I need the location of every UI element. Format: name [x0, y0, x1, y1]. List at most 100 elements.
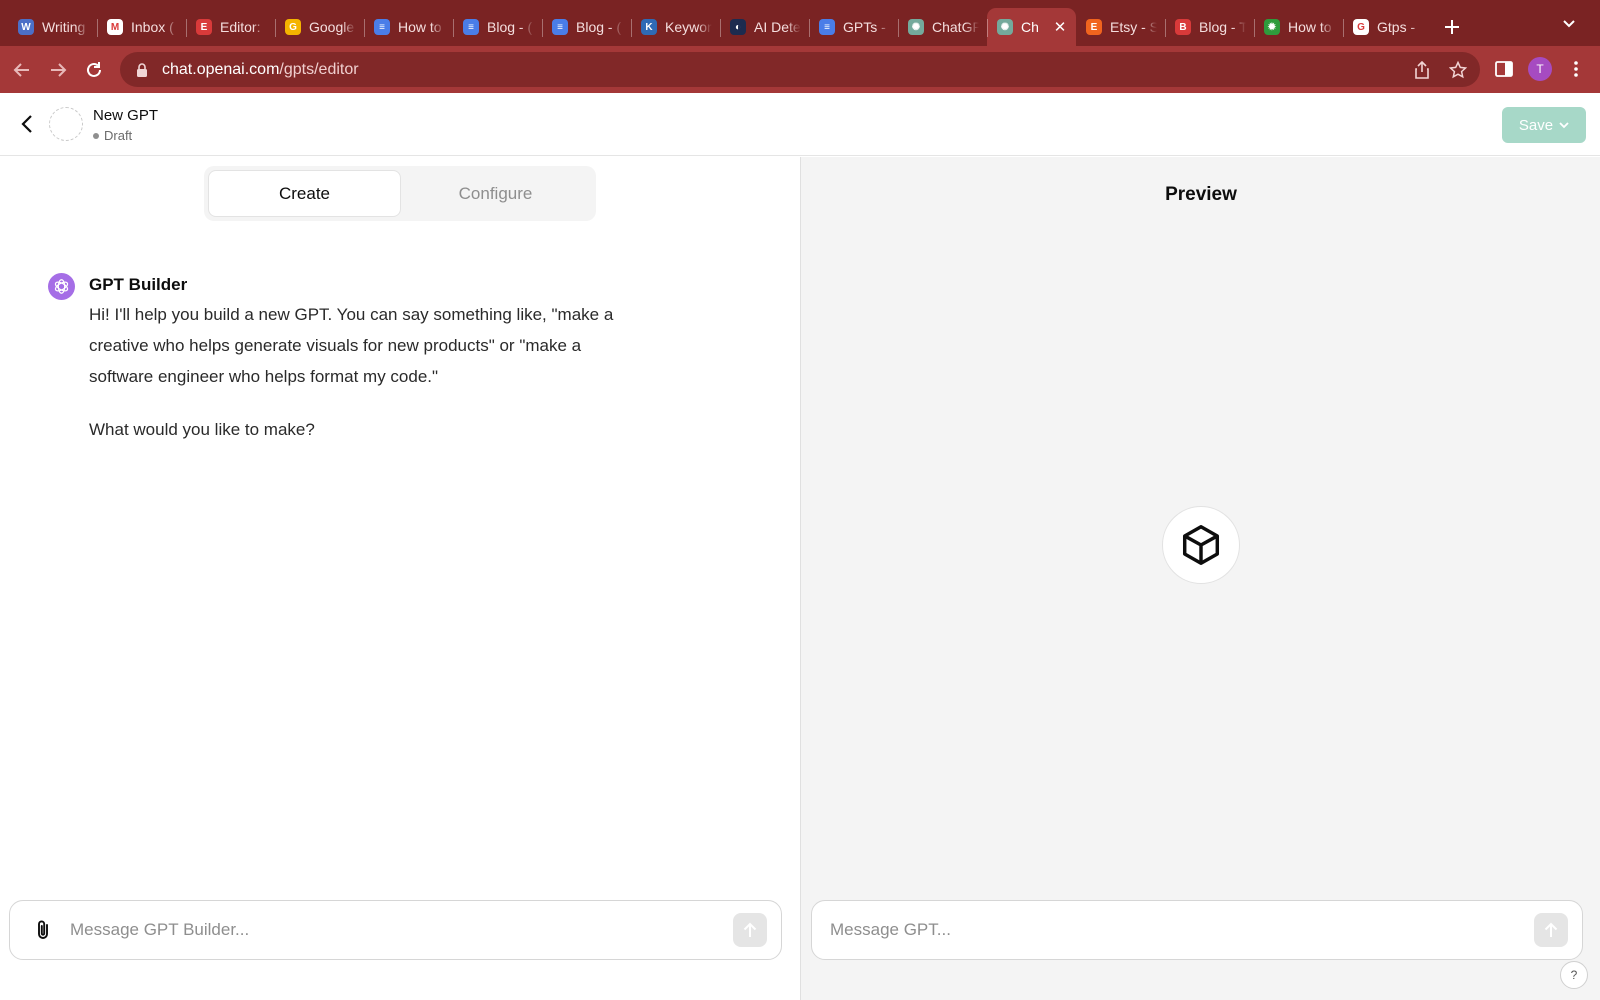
gpt-status: Draft: [93, 128, 132, 143]
cube-icon: [1182, 525, 1220, 565]
share-icon: [1415, 61, 1429, 79]
browser-tab[interactable]: M Inbox (: [97, 8, 186, 46]
preview-send-button[interactable]: [1534, 913, 1568, 947]
side-panel-button[interactable]: [1490, 55, 1518, 83]
docs-favicon-icon: ≡: [374, 19, 390, 35]
builder-message-input[interactable]: [70, 915, 710, 945]
gpt-builder-avatar-icon: [48, 273, 75, 300]
openai-logo-icon: [54, 279, 69, 294]
tab-title: Inbox (: [131, 19, 174, 35]
message-paragraph: What would you like to make?: [89, 420, 315, 439]
google-favicon-icon: G: [1353, 19, 1369, 35]
gpt-name: New GPT: [93, 107, 159, 124]
url-text[interactable]: chat.openai.com/gpts/editor: [162, 61, 359, 79]
status-label: Draft: [104, 128, 133, 143]
editor-header: New GPT Draft Save: [0, 93, 1600, 156]
tab-title: Keywor: [665, 19, 712, 35]
keyword-favicon-icon: K: [641, 19, 657, 35]
writing-favicon-icon: W: [18, 19, 34, 35]
tab-title: Gtps -: [1377, 19, 1416, 35]
preview-gpt-avatar: [1162, 506, 1240, 584]
chevron-down-icon: [1563, 20, 1575, 28]
sender-name: GPT Builder: [89, 275, 188, 294]
tab-title: Writing: [42, 19, 86, 35]
ai-detector-favicon-icon: ◐: [730, 19, 746, 35]
browser-tab[interactable]: E Editor:: [186, 8, 275, 46]
back-button[interactable]: [14, 111, 40, 137]
builder-composer: [9, 900, 782, 960]
forward-nav-button[interactable]: [44, 56, 72, 84]
browser-tab[interactable]: ≡ GPTs -: [809, 8, 898, 46]
browser-tab[interactable]: ✺ ChatGP: [898, 8, 987, 46]
builder-send-button[interactable]: [733, 913, 767, 947]
arrow-up-icon: [1544, 922, 1558, 937]
tab-search-button[interactable]: [1556, 10, 1582, 36]
browser-tab[interactable]: ◐ AI Dete: [720, 8, 809, 46]
profile-avatar[interactable]: T: [1528, 57, 1552, 81]
lock-icon[interactable]: [136, 62, 148, 77]
message-paragraph: Hi! I'll help you build a new GPT. You c…: [89, 305, 614, 386]
browser-tab[interactable]: G Google: [275, 8, 364, 46]
tab-configure[interactable]: Configure: [400, 171, 591, 216]
message-body: Hi! I'll help you build a new GPT. You c…: [89, 299, 644, 445]
browser-tab[interactable]: ≡ Blog - (: [542, 8, 631, 46]
url-path: /gpts/editor: [279, 60, 359, 78]
browser-tab[interactable]: ✹ How to: [1254, 8, 1343, 46]
tab-title: GPTs -: [843, 19, 886, 35]
preview-message-input[interactable]: [830, 915, 1510, 945]
url-host: chat.openai.com: [162, 60, 280, 78]
paperclip-icon: [38, 920, 48, 939]
docs-favicon-icon: ≡: [463, 19, 479, 35]
browser-tab[interactable]: W Writing: [8, 8, 97, 46]
reload-button[interactable]: [80, 56, 108, 84]
help-button[interactable]: ?: [1560, 961, 1588, 989]
tab-title: Blog - (: [576, 19, 622, 35]
browser-tab[interactable]: B Blog - T: [1165, 8, 1254, 46]
chatgpt-favicon-icon: ✺: [997, 19, 1013, 35]
save-button[interactable]: Save: [1502, 107, 1586, 143]
tab-title: Blog - T: [1199, 19, 1246, 35]
docs-favicon-icon: ≡: [552, 19, 568, 35]
tab-title: Blog - (: [487, 19, 533, 35]
plus-icon: [1445, 20, 1459, 34]
browser-menu-button[interactable]: [1562, 55, 1590, 83]
tab-title: How to: [398, 19, 442, 35]
more-vertical-icon: [1574, 61, 1578, 77]
arrow-up-icon: [743, 922, 757, 937]
browser-tab-strip: W Writing M Inbox (E Editor: G Google ≡ How to ≡…: [0, 0, 1600, 46]
chevron-down-icon: [1559, 122, 1569, 129]
side-panel-icon: [1495, 61, 1513, 77]
tab-title: Etsy - S: [1110, 19, 1157, 35]
tab-title: How to: [1288, 19, 1332, 35]
browser-tab[interactable]: ≡ How to: [364, 8, 453, 46]
save-label: Save: [1518, 116, 1554, 134]
share-button[interactable]: [1408, 56, 1436, 84]
attach-button[interactable]: [30, 917, 56, 943]
reload-icon: [87, 61, 101, 77]
browser-tab[interactable]: ≡ Blog - (: [453, 8, 542, 46]
browser-tab[interactable]: ✺ Ch ✕: [987, 8, 1076, 46]
browser-tab[interactable]: E Etsy - S: [1076, 8, 1165, 46]
arrow-left-icon: [13, 62, 29, 77]
editor-favicon-icon: E: [196, 19, 212, 35]
browser-tab[interactable]: K Keywor: [631, 8, 720, 46]
tab-title: AI Dete: [754, 19, 801, 35]
tab-title: ChatGP: [932, 19, 979, 35]
gpt-avatar-placeholder[interactable]: [49, 107, 83, 141]
address-bar[interactable]: chat.openai.com/gpts/editor: [120, 52, 1480, 87]
burst-favicon-icon: ✹: [1264, 19, 1280, 35]
tab-create[interactable]: Create: [209, 171, 400, 216]
star-icon: [1449, 61, 1467, 79]
new-tab-button[interactable]: [1434, 8, 1470, 46]
tab-title: Editor:: [220, 19, 261, 35]
etsy-favicon-icon: E: [1086, 19, 1102, 35]
preview-title: Preview: [1165, 184, 1237, 205]
builder-pane: Create Configure GPT Builder Hi! I'll he…: [0, 157, 800, 1000]
back-nav-button[interactable]: [8, 56, 36, 84]
browser-tab[interactable]: G Gtps -: [1343, 8, 1432, 46]
close-tab-icon[interactable]: ✕: [1052, 18, 1068, 36]
browser-toolbar: chat.openai.com/gpts/editor T: [0, 46, 1600, 93]
tab-title: Ch: [1021, 19, 1039, 35]
bookmark-button[interactable]: [1444, 56, 1472, 84]
chatgpt-favicon-icon: ✺: [908, 19, 924, 35]
